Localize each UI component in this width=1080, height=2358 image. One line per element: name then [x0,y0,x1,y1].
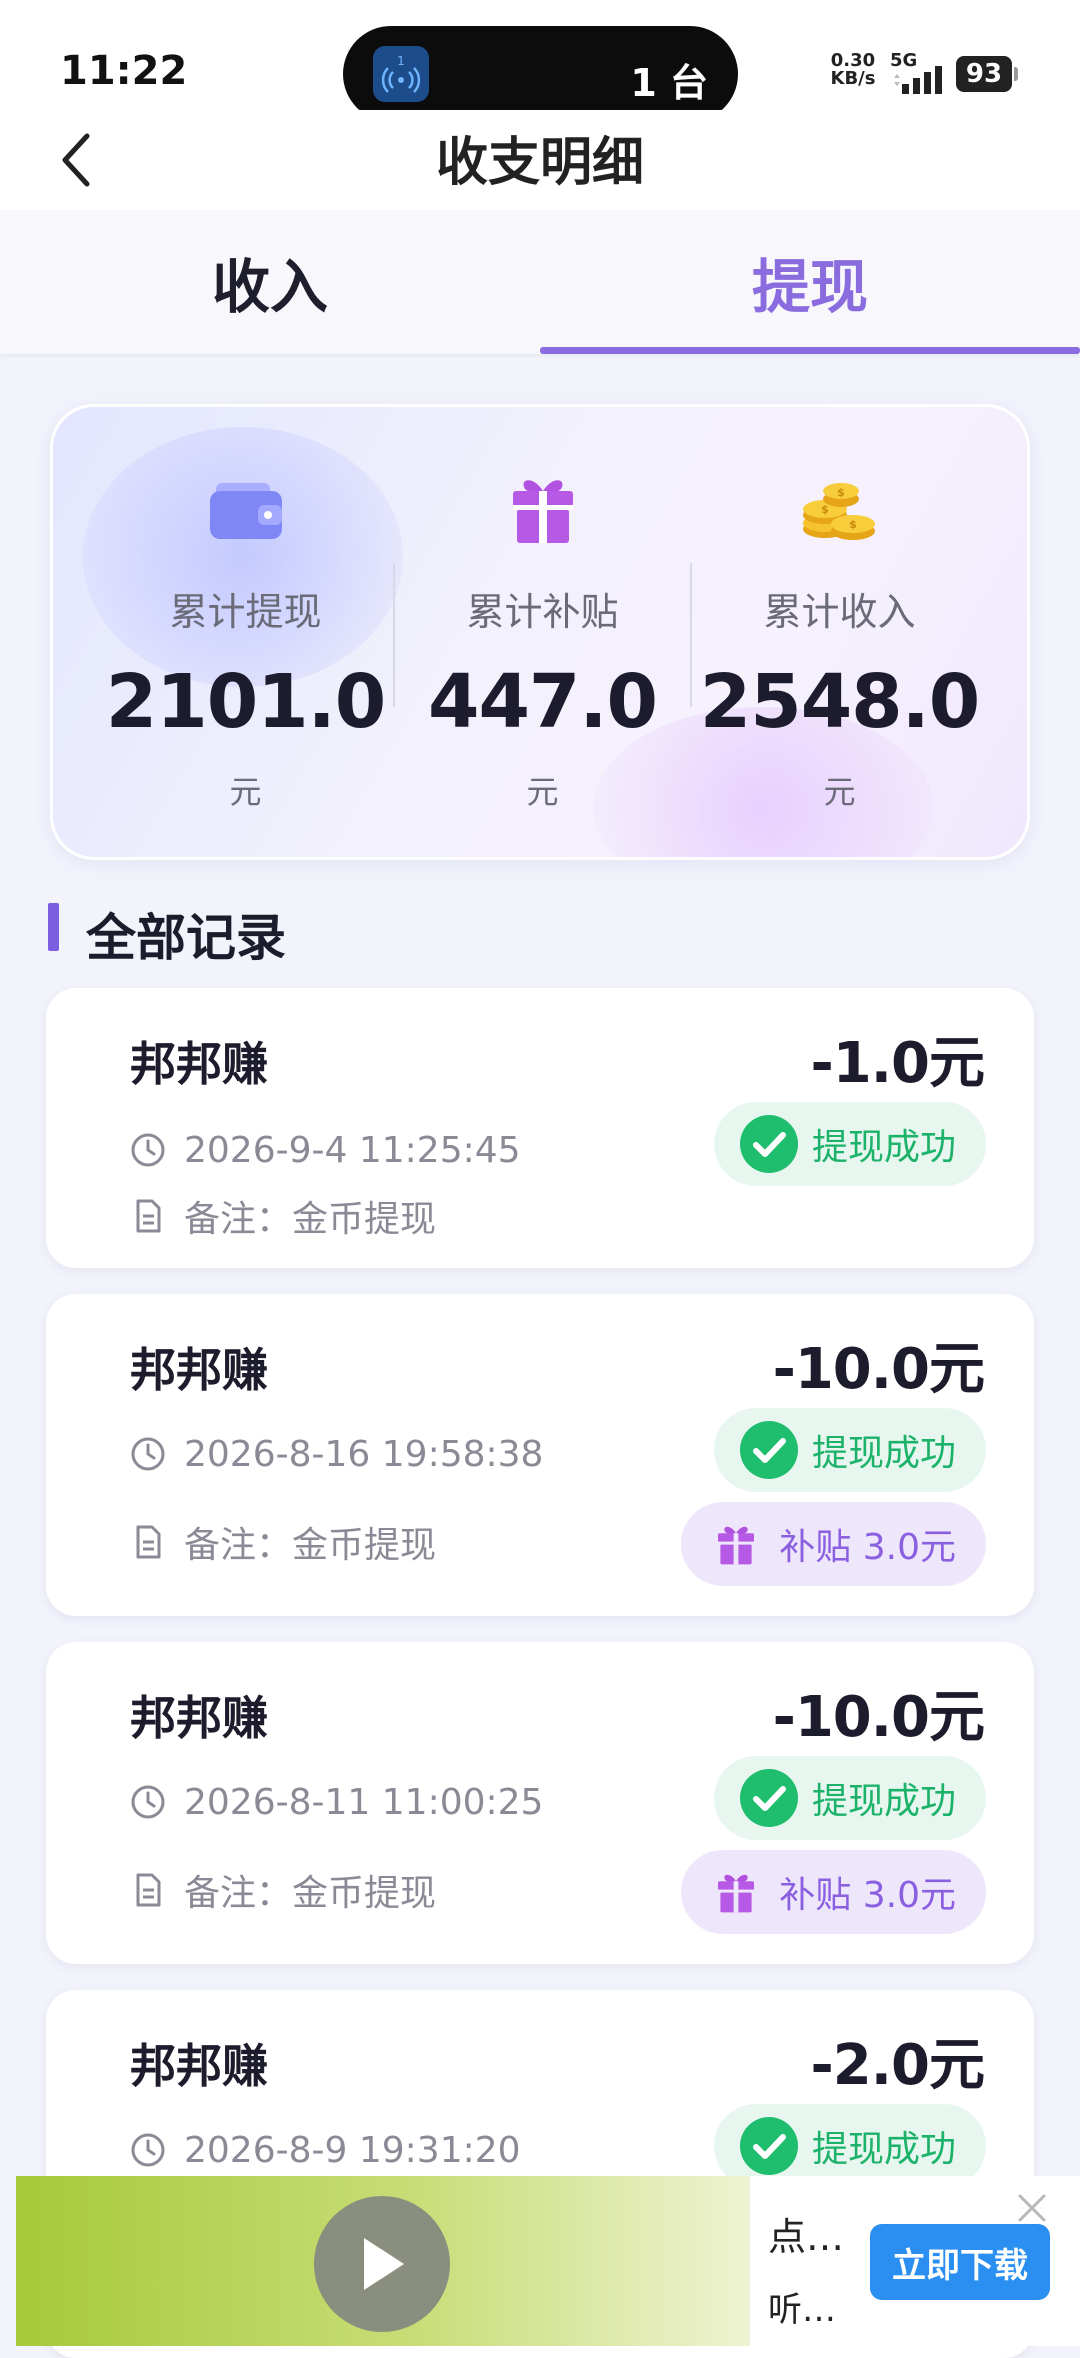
gift-icon [394,469,691,549]
record-note-row: 备注：金币提现 [130,1520,436,1566]
close-icon[interactable] [1010,2186,1054,2230]
status-badge: 提现成功 [713,1408,986,1492]
record-name: 邦邦赚 [130,1037,268,1091]
download-button[interactable]: 立即下载 [870,2224,1050,2300]
svg-text:$: $ [821,503,829,516]
record-note-row: 备注：金币提现 [130,1868,436,1914]
subsidy-badge: 补贴 3.0元 [681,1502,986,1586]
tab-active-indicator [540,347,1080,354]
status-text: 提现成功 [811,2129,956,2170]
net-speed-unit: KB/s [830,68,876,89]
record-card[interactable]: 邦邦赚 -1.0元 2026-9-4 11:25:45 备注：金币提现 提现成功 [46,988,1034,1268]
net-speed: 0.30 KB/s [828,52,878,88]
record-time-row: 2026-8-9 19:31:20 [130,2128,521,2172]
record-amount: -10.0元 [772,1337,985,1402]
stat-total-income: $ $ $ 累计收入 2548.0 元 [691,407,988,857]
section-title: 全部记录 [86,909,286,967]
status-text: 提现成功 [811,1127,956,1168]
tab-withdraw[interactable]: 提现 [540,210,1080,354]
record-card[interactable]: 邦邦赚 -10.0元 2026-8-11 11:00:25 备注：金币提现 提现… [46,1642,1034,1964]
record-time-row: 2026-8-11 11:00:25 [130,1780,543,1824]
subsidy-text: 补贴 3.0元 [779,1527,956,1568]
record-time: 2026-8-16 19:58:38 [184,1433,544,1475]
tab-bar: 收入 提现 [0,210,1080,354]
stat-unit: 元 [823,773,856,811]
record-amount: -10.0元 [772,1685,985,1750]
record-time: 2026-8-11 11:00:25 [184,1781,544,1823]
ad-video-thumbnail[interactable] [16,2176,750,2346]
stat-total-withdraw: 累计提现 2101.0 元 [97,407,394,857]
gift-icon [707,1863,765,1921]
status-text: 提现成功 [811,1781,956,1822]
section-accent-bar [48,903,59,951]
check-circle-icon [739,1115,798,1173]
status-text: 提现成功 [811,1433,956,1474]
check-circle-icon [739,2117,798,2175]
record-note: 备注：金币提现 [184,1199,437,1240]
ad-banner[interactable]: 点… 听… 立即下载 [16,2176,1080,2346]
svg-text:$: $ [837,486,845,499]
stat-label: 累计提现 [169,590,322,634]
ad-text-line1: 点… [768,2215,845,2259]
play-icon[interactable] [314,2196,450,2332]
svg-text:$: $ [849,518,857,531]
document-icon [130,1524,166,1560]
subsidy-text: 补贴 3.0元 [779,1875,956,1916]
coins-icon: $ $ $ [691,469,988,549]
battery-level: 93 [965,59,1003,89]
stat-value: 447.0 [427,659,658,745]
check-circle-icon [739,1421,798,1479]
battery-icon: 93 [956,56,1018,92]
nav-bar: 收支明细 [0,110,1080,210]
stat-label: 累计补贴 [466,590,619,634]
island-badge: 1 [397,54,405,68]
record-name: 邦邦赚 [130,2039,268,2093]
island-device-count: 1 台 [630,61,708,105]
page: 11:22 1 1 台 0.30 KB/s 5G 93 收支明细 收入 提现 累… [0,0,1080,2358]
record-time-row: 2026-9-4 11:25:45 [130,1128,521,1172]
clock-icon [130,2132,166,2168]
clock-icon [130,1132,166,1168]
record-amount: -1.0元 [810,1031,985,1096]
document-icon [130,1872,166,1908]
stat-value: 2101.0 [105,659,387,745]
stat-label: 累计收入 [763,590,916,634]
ad-text-line2: 听… [768,2290,836,2330]
stat-value: 2548.0 [699,659,981,745]
gift-icon [707,1515,765,1573]
document-icon [130,1198,166,1234]
status-time: 11:22 [60,48,188,94]
broadcast-icon: 1 [373,46,429,102]
record-amount: -2.0元 [810,2033,985,2098]
status-badge: 提现成功 [713,1102,986,1186]
record-note: 备注：金币提现 [184,1873,437,1914]
record-time: 2026-9-4 11:25:45 [184,1129,521,1171]
wallet-icon [97,469,394,549]
status-badge: 提现成功 [713,1756,986,1840]
clock-icon [130,1436,166,1472]
record-name: 邦邦赚 [130,1343,268,1397]
record-note-row: 备注：金币提现 [130,1194,436,1240]
record-name: 邦邦赚 [130,1691,268,1745]
page-title: 收支明细 [435,133,644,193]
dynamic-island[interactable]: 1 1 台 [343,26,738,122]
stat-unit: 元 [229,773,262,811]
check-circle-icon [739,1769,798,1827]
stat-unit: 元 [526,773,559,811]
record-time: 2026-8-9 19:31:20 [184,2129,521,2171]
signal-icon [892,66,948,98]
subsidy-badge: 补贴 3.0元 [681,1850,986,1934]
clock-icon [130,1784,166,1820]
record-note: 备注：金币提现 [184,1525,437,1566]
record-time-row: 2026-8-16 19:58:38 [130,1432,543,1476]
summary-card: 累计提现 2101.0 元 累计补贴 447.0 元 $ $ $ 累计收入 25… [50,404,1030,860]
tab-income[interactable]: 收入 [0,210,540,354]
stat-total-subsidy: 累计补贴 447.0 元 [394,407,691,857]
record-card[interactable]: 邦邦赚 -10.0元 2026-8-16 19:58:38 备注：金币提现 提现… [46,1294,1034,1616]
